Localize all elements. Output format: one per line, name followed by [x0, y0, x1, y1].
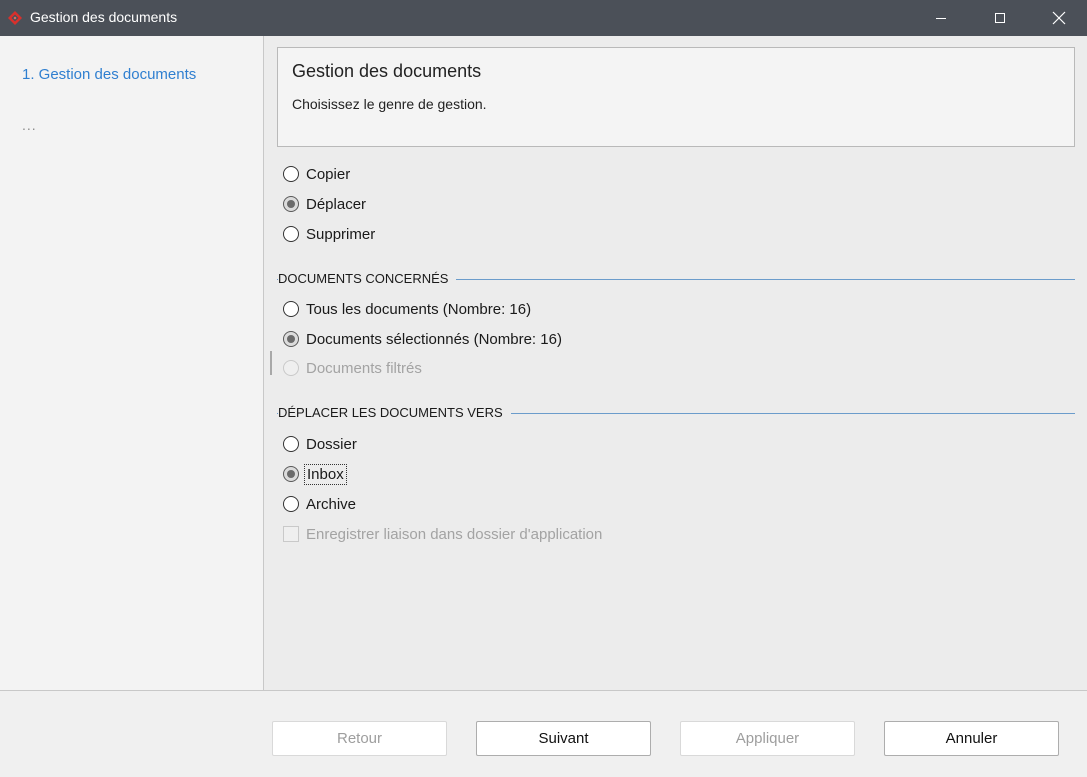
radio-circle[interactable]	[283, 301, 299, 317]
radio-label: Supprimer	[306, 225, 376, 243]
radio-supprimer[interactable]: Supprimer	[283, 224, 375, 244]
wizard-sidebar: 1. Gestion des documents ...	[0, 36, 264, 690]
window-title: Gestion des documents	[30, 9, 178, 25]
radio-label: Tous les documents (Nombre: 16)	[306, 300, 532, 318]
checkbox-box	[283, 526, 299, 542]
maximize-icon	[995, 13, 1005, 23]
radio-label: Documents sélectionnés (Nombre: 16)	[306, 330, 562, 348]
section-heading: DÉPLACER LES DOCUMENTS VERS	[278, 405, 511, 420]
radio-label: Dossier	[306, 435, 357, 453]
back-button[interactable]: Retour	[272, 721, 447, 756]
section-heading: DOCUMENTS CONCERNÉS	[278, 271, 457, 286]
radio-label: Documents filtrés	[306, 359, 422, 377]
radio-circle[interactable]	[283, 226, 299, 242]
sidebar-step-gestion[interactable]: 1. Gestion des documents	[22, 66, 196, 83]
apply-button[interactable]: Appliquer	[680, 721, 855, 756]
radio-documents-filtres: Documents filtrés	[283, 358, 422, 378]
radio-documents-selectionnes[interactable]: Documents sélectionnés (Nombre: 16)	[283, 329, 562, 349]
next-button[interactable]: Suivant	[476, 721, 651, 756]
wizard-footer: Retour Suivant Appliquer Annuler	[0, 690, 1087, 777]
radio-dossier[interactable]: Dossier	[283, 434, 357, 454]
close-icon	[1052, 11, 1066, 25]
radio-circle[interactable]	[283, 436, 299, 452]
page-subtitle: Choisissez le genre de gestion.	[292, 96, 487, 112]
checkbox-label: Enregistrer liaison dans dossier d'appli…	[306, 525, 603, 543]
radio-inbox[interactable]: Inbox	[283, 463, 347, 485]
checkbox-enregistrer-liaison: Enregistrer liaison dans dossier d'appli…	[283, 524, 602, 544]
section-deplacer-vers: DÉPLACER LES DOCUMENTS VERS	[277, 405, 1075, 421]
radio-label: Déplacer	[306, 195, 367, 213]
radio-circle[interactable]	[283, 166, 299, 182]
splitter-handle[interactable]	[270, 351, 272, 375]
sidebar-step-more: ...	[22, 117, 37, 133]
app-diamond-icon	[7, 10, 23, 26]
radio-label: Archive	[306, 495, 357, 513]
radio-archive[interactable]: Archive	[283, 494, 356, 514]
radio-circle	[283, 360, 299, 376]
page-title: Gestion des documents	[292, 61, 482, 81]
minimize-icon	[936, 18, 946, 19]
radio-deplacer[interactable]: Déplacer	[283, 194, 366, 214]
radio-circle[interactable]	[283, 466, 299, 482]
radio-label: Inbox	[304, 463, 347, 485]
radio-tous-documents[interactable]: Tous les documents (Nombre: 16)	[283, 299, 531, 319]
title-bar: Gestion des documents	[0, 0, 1087, 36]
radio-label: Copier	[306, 165, 351, 183]
close-button[interactable]	[1036, 0, 1082, 36]
cancel-button[interactable]: Annuler	[884, 721, 1059, 756]
minimize-button[interactable]	[918, 0, 964, 36]
radio-circle[interactable]	[283, 196, 299, 212]
radio-circle[interactable]	[283, 496, 299, 512]
radio-circle[interactable]	[283, 331, 299, 347]
page-header: Gestion des documents Choisissez le genr…	[277, 47, 1075, 147]
section-documents-concernes: DOCUMENTS CONCERNÉS	[277, 271, 1075, 287]
maximize-button[interactable]	[977, 0, 1023, 36]
radio-copier[interactable]: Copier	[283, 164, 350, 184]
